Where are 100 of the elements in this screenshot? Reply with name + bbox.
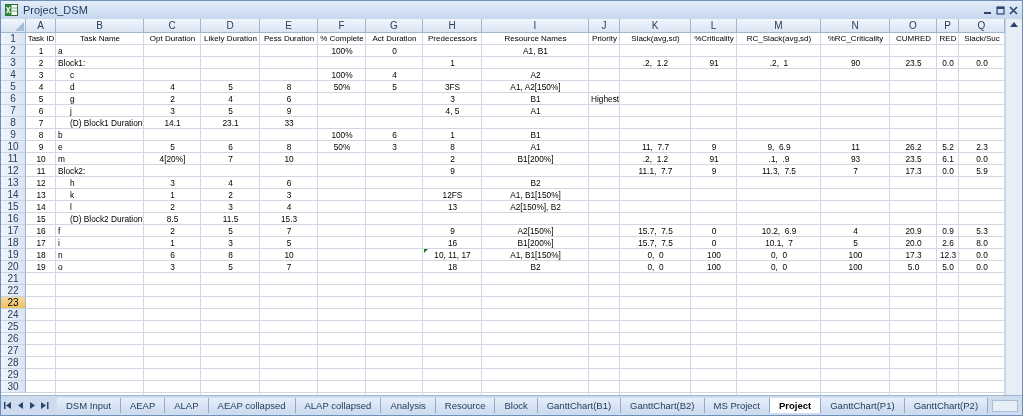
table-cell: 5 <box>228 105 233 116</box>
table-cell: 0.0 <box>976 153 988 164</box>
table-cell: 10 <box>36 153 46 164</box>
sheet-tab[interactable]: ALAP collapsed <box>295 398 382 413</box>
table-cell: 17.3 <box>905 249 922 260</box>
row-header[interactable]: 29 <box>1 369 26 381</box>
column-header[interactable]: K <box>620 19 691 33</box>
row-header[interactable]: 6 <box>1 93 26 105</box>
table-cell: g <box>70 93 75 104</box>
row-header[interactable]: 17 <box>1 225 26 237</box>
table-cell: j <box>70 105 72 116</box>
column-header[interactable]: Q <box>959 19 1005 33</box>
column-header[interactable]: I <box>482 19 589 33</box>
table-cell: 8 <box>286 81 292 92</box>
column-header[interactable]: C <box>144 19 201 33</box>
row-header[interactable]: 4 <box>1 69 26 81</box>
table-cell: 6 <box>228 141 233 152</box>
row-header[interactable]: 22 <box>1 285 26 297</box>
table-cell: B2 <box>530 261 541 272</box>
row-header[interactable]: 20 <box>1 261 26 273</box>
table-cell: f <box>58 225 61 236</box>
sheet-tab[interactable]: AEAP collapsed <box>208 398 296 413</box>
table-cell: 0.0 <box>942 165 954 176</box>
row-header[interactable]: 23 <box>1 297 26 309</box>
table-cell: A1, B1[150%] <box>510 189 561 200</box>
horizontal-scrollbar[interactable] <box>992 399 1018 412</box>
table-cell: 5 <box>228 81 233 92</box>
row-header[interactable]: 8 <box>1 117 26 129</box>
table-cell: 4 <box>38 81 44 92</box>
sheet-tab[interactable]: GanttChart(B1) <box>537 398 622 413</box>
column-header[interactable]: N <box>821 19 890 33</box>
sheet-tab[interactable]: DSM Input <box>57 398 121 413</box>
row-header[interactable]: 30 <box>1 381 26 393</box>
column-header[interactable]: E <box>260 19 318 33</box>
column-header[interactable]: G <box>366 19 423 33</box>
row-header[interactable]: 2 <box>1 45 26 57</box>
row-header[interactable]: 11 <box>1 153 26 165</box>
row-header[interactable]: 26 <box>1 333 26 345</box>
column-header[interactable]: A <box>26 19 56 33</box>
sheet-tab[interactable]: Block <box>495 398 538 413</box>
column-header[interactable]: J <box>589 19 620 33</box>
row-header[interactable]: 15 <box>1 201 26 213</box>
row-header[interactable]: 3 <box>1 57 26 69</box>
row-header[interactable]: 9 <box>1 129 26 141</box>
row-header[interactable]: 1 <box>1 33 26 45</box>
column-header[interactable]: B <box>56 19 144 33</box>
row-header[interactable]: 16 <box>1 213 26 225</box>
sheet-tab[interactable]: GanttChart(P2) <box>904 398 989 413</box>
table-cell: 7 <box>286 225 292 236</box>
row-header[interactable]: 18 <box>1 237 26 249</box>
table-cell: 4 <box>392 69 397 80</box>
sheet-tab[interactable]: Analysis <box>381 398 436 413</box>
vertical-scrollbar[interactable] <box>1005 19 1022 395</box>
table-cell: 20.9 <box>905 225 922 236</box>
maximize-icon[interactable] <box>996 5 1005 15</box>
table-cell: 14 <box>36 201 46 212</box>
close-icon[interactable] <box>1009 5 1018 15</box>
row-header[interactable]: 25 <box>1 321 26 333</box>
last-sheet-icon[interactable] <box>41 401 49 410</box>
row-header[interactable]: 13 <box>1 177 26 189</box>
column-header[interactable]: O <box>890 19 937 33</box>
sheet-tab[interactable]: GanttChart(P1) <box>821 398 905 413</box>
row-header[interactable]: 27 <box>1 345 26 357</box>
row-header[interactable]: 19 <box>1 249 26 261</box>
table-cell: .1, .9 <box>768 153 790 164</box>
sheet-tab[interactable]: ALAP <box>165 398 209 413</box>
table-cell: 2 <box>170 225 175 236</box>
row-header[interactable]: 5 <box>1 81 26 93</box>
sheet-tab[interactable]: AEAP <box>120 398 166 413</box>
row-header[interactable]: 12 <box>1 165 26 177</box>
next-sheet-icon[interactable] <box>29 401 36 410</box>
table-cell: 3 <box>228 237 233 248</box>
row-header[interactable]: 24 <box>1 309 26 321</box>
table-cell: Block2: <box>58 165 86 176</box>
table-cell: 3 <box>450 93 455 104</box>
sheet-tab[interactable]: GanttChart(B2) <box>621 398 705 413</box>
sheet-tab[interactable]: MS Project <box>704 398 770 413</box>
table-cell: 33 <box>284 117 294 128</box>
sheet-tab[interactable]: Project <box>770 398 822 413</box>
column-header[interactable]: P <box>937 19 959 33</box>
column-heading: Task Name <box>80 34 120 43</box>
column-header[interactable]: F <box>318 19 366 33</box>
table-cell: 100% <box>331 129 353 140</box>
column-header[interactable]: H <box>423 19 482 33</box>
row-header[interactable]: 10 <box>1 141 26 153</box>
table-cell: 9 <box>286 105 292 116</box>
row-header[interactable]: 14 <box>1 189 26 201</box>
first-sheet-icon[interactable] <box>4 401 12 410</box>
column-header[interactable]: D <box>201 19 260 33</box>
previous-sheet-icon[interactable] <box>17 401 24 410</box>
column-header[interactable]: L <box>691 19 737 33</box>
table-cell: 7 <box>228 153 233 164</box>
table-cell: o <box>58 261 63 272</box>
column-header[interactable]: M <box>737 19 821 33</box>
row-header[interactable]: 7 <box>1 105 26 117</box>
row-header[interactable]: 28 <box>1 357 26 369</box>
sheet-tab[interactable]: Resource <box>435 398 496 413</box>
table-cell: .2, 1.2 <box>642 57 669 68</box>
table-cell: A2[150%], B2 <box>510 201 561 212</box>
row-header[interactable]: 21 <box>1 273 26 285</box>
